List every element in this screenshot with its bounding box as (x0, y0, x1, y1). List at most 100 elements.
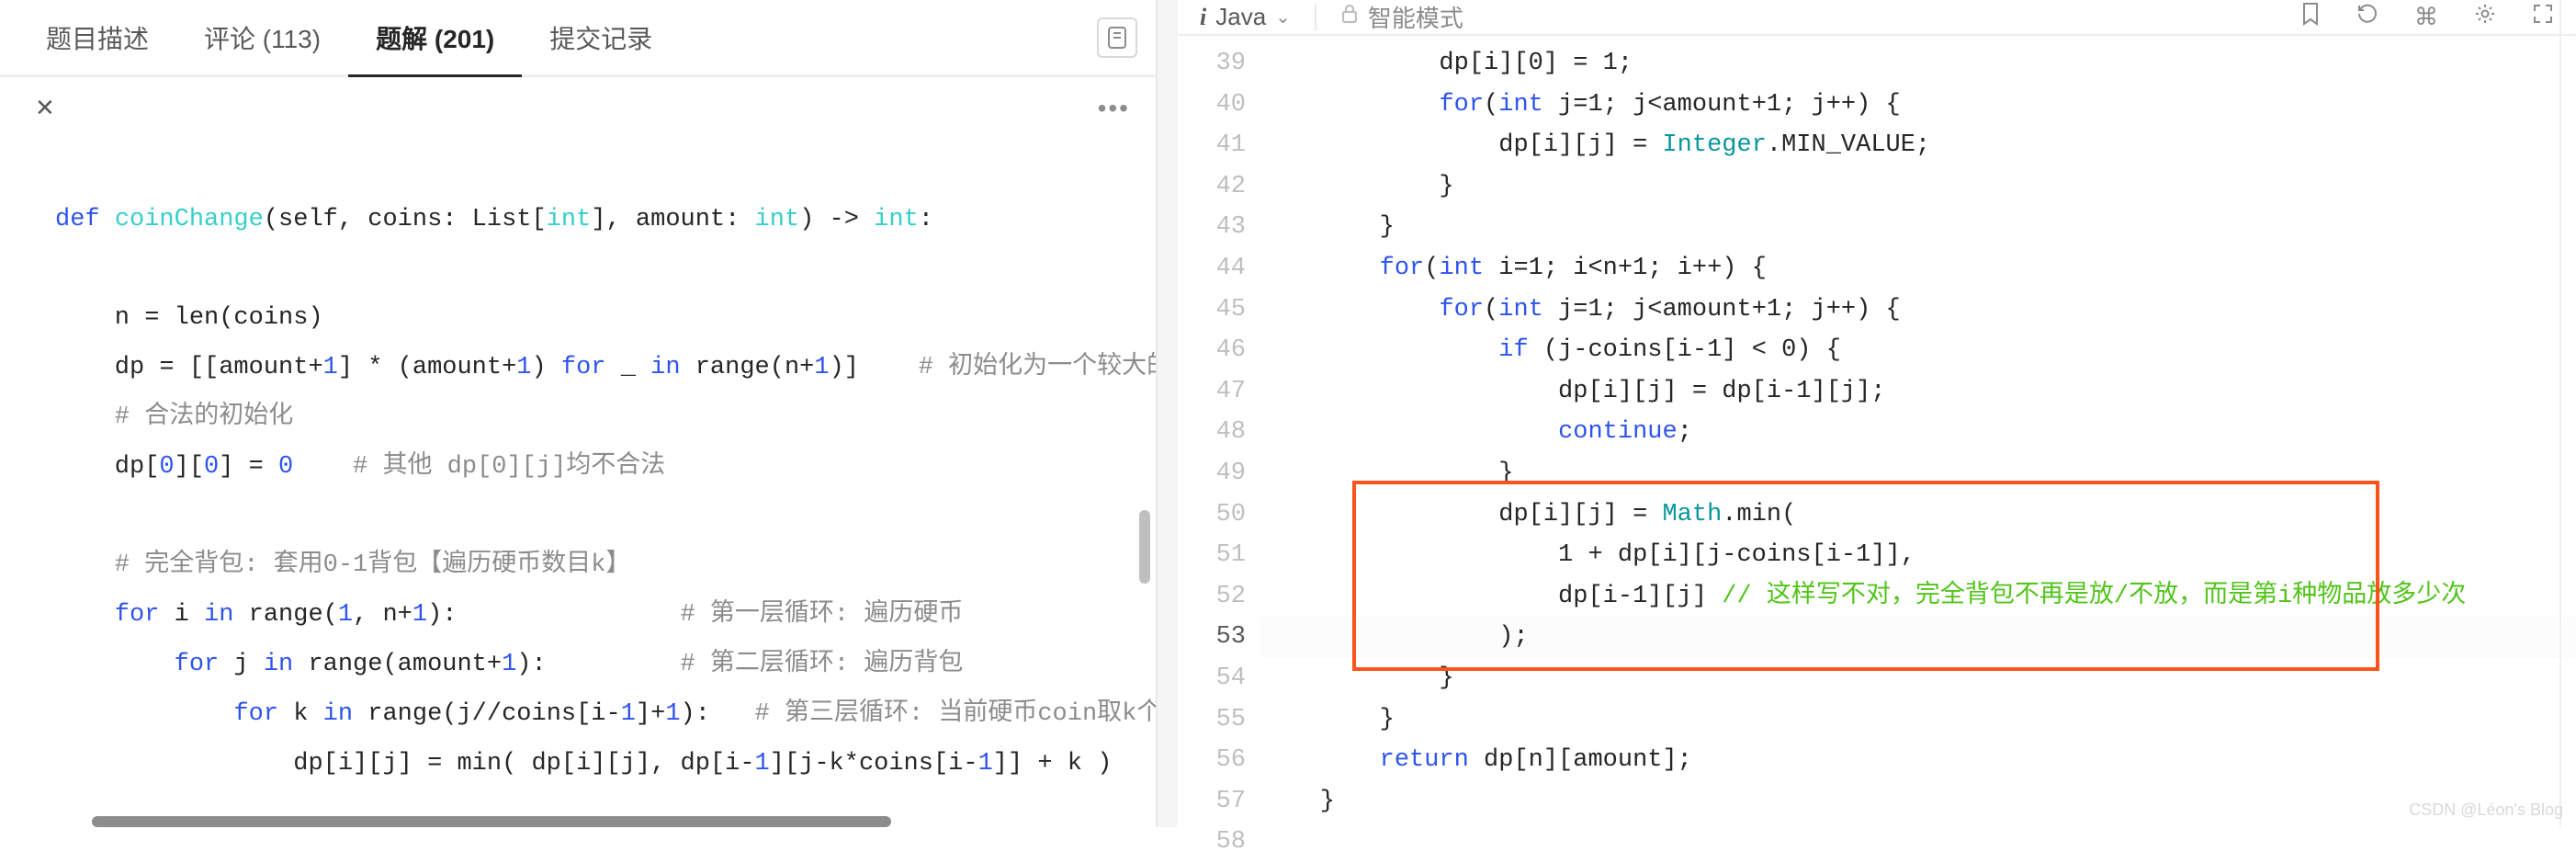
language-selector[interactable]: i Java ⌄ (1200, 3, 1291, 31)
reset-icon[interactable] (2356, 2, 2379, 32)
code-text: ][ (175, 453, 204, 481)
tab-description[interactable]: 题目描述 (18, 0, 176, 76)
code-text: # 第二层循环: 遍历背包 (681, 651, 964, 678)
left-panel: 题目描述 评论 (113) 题解 (201) 提交记录 ✕ ••• def co… (0, 0, 1158, 827)
line-number: 43 (1178, 207, 1246, 248)
tab-comments[interactable]: 评论 (113) (176, 0, 348, 76)
code-text: dp[i][j] = min( dp[i][j], dp[i- (55, 750, 755, 778)
code-text: ]+ (636, 700, 665, 728)
lock-icon (1340, 3, 1359, 31)
line-number: 55 (1178, 699, 1246, 741)
command-icon[interactable]: ⌘ (2414, 3, 2438, 31)
code-text: ) (532, 354, 561, 381)
close-icon[interactable]: ✕ (26, 88, 64, 128)
code-text: ): (681, 700, 755, 728)
line-number: 45 (1178, 290, 1246, 331)
panel-divider[interactable] (1158, 0, 1178, 827)
code-text: ][j-k*coins[i- (770, 750, 978, 778)
tab-submissions[interactable]: 提交记录 (522, 0, 680, 76)
code-text: def (55, 206, 115, 233)
line-number: 58 (1178, 822, 1246, 863)
code-text: # 合法的初始化 (55, 403, 293, 431)
gear-icon[interactable] (2473, 2, 2497, 32)
editor-scrollbar-track[interactable] (2559, 0, 2576, 827)
toolbar-separator (1315, 5, 1316, 30)
line-number: 42 (1178, 166, 1246, 208)
code-text: int (874, 206, 919, 233)
code-text: range( (233, 601, 337, 629)
expand-icon[interactable] (2532, 3, 2554, 31)
code-text: 1 (502, 651, 516, 678)
code-editor[interactable]: 3940414243444546474849505152535455565758… (1178, 36, 2576, 863)
watermark: CSDN @Léon's Blog (2409, 801, 2563, 820)
notes-icon[interactable] (1097, 17, 1137, 58)
line-number: 48 (1178, 412, 1246, 453)
current-line-highlight (1260, 617, 2576, 658)
code-text: # 初始化为一个较大的值， (919, 354, 1156, 381)
code-text: , n+ (353, 601, 412, 629)
code-text: 0 (159, 453, 174, 481)
code-text: in (264, 651, 293, 678)
editor-mode[interactable]: 智能模式 (1340, 0, 1463, 34)
mode-label: 智能模式 (1368, 0, 1463, 34)
bookmark-icon[interactable] (2300, 2, 2321, 32)
problem-tabs: 题目描述 评论 (113) 题解 (201) 提交记录 (0, 0, 1156, 77)
line-number: 41 (1178, 125, 1246, 166)
line-number: 53 (1178, 617, 1246, 658)
line-number: 46 (1178, 330, 1246, 371)
code-text: j (219, 651, 264, 678)
line-number: 52 (1178, 576, 1246, 618)
code-text: 1 (978, 750, 993, 778)
code-text: 1 (338, 601, 353, 629)
more-icon[interactable]: ••• (1098, 94, 1130, 123)
line-number: 54 (1178, 658, 1246, 699)
code-text: i (159, 601, 204, 629)
horizontal-scrollbar[interactable] (92, 816, 891, 827)
code-text: )] (830, 354, 919, 381)
code-text: for (561, 354, 606, 381)
code-text: 0 (278, 453, 293, 481)
code-text: range(j//coins[i- (353, 700, 621, 728)
line-number: 50 (1178, 494, 1246, 536)
code-text: k (278, 700, 323, 728)
code-text: ], amount: (591, 206, 754, 233)
code-text: ): (427, 601, 680, 629)
code-area[interactable]: dp[i][0] = 1; for(int j=1; j<amount+1; j… (1260, 36, 2576, 863)
code-text: for (55, 651, 219, 678)
code-text: coinChange (115, 206, 264, 233)
line-number: 47 (1178, 371, 1246, 413)
line-number: 49 (1178, 453, 1246, 494)
line-number: 51 (1178, 535, 1246, 576)
code-text: 1 (814, 354, 829, 381)
code-text: range(n+ (681, 354, 815, 381)
code-text: ] * (amount+ (338, 354, 516, 381)
code-text: range(amount+ (293, 651, 502, 678)
line-number: 56 (1178, 740, 1246, 781)
tab-solutions[interactable]: 题解 (201) (348, 0, 522, 77)
code-text: 1 (621, 700, 636, 728)
line-number: 39 (1178, 43, 1246, 85)
code-text: ]] + k ) (993, 750, 1113, 778)
code-text: in (323, 700, 353, 728)
vertical-scrollbar[interactable] (1139, 510, 1150, 584)
code-text: int (755, 206, 800, 233)
code-text: 1 (323, 354, 338, 381)
code-text: in (650, 354, 680, 381)
editor-toolbar: i Java ⌄ 智能模式 ⌘ (1178, 0, 2576, 36)
java-code: dp[i][0] = 1; for(int j=1; j<amount+1; j… (1260, 43, 2576, 863)
java-icon: i (1200, 4, 1206, 31)
code-text: # 完全背包: 套用0-1背包【遍历硬币数目k】 (55, 551, 630, 579)
code-text: ) -> (799, 206, 874, 233)
code-text: 1 (516, 354, 531, 381)
code-text: dp[ (55, 453, 159, 481)
solution-sub-bar: ✕ ••• (0, 77, 1156, 139)
chevron-down-icon: ⌄ (1275, 6, 1291, 28)
line-number: 40 (1178, 85, 1246, 126)
code-text: for (55, 700, 278, 728)
code-text: # 第一层循环: 遍历硬币 (681, 601, 964, 629)
code-text: 1 (665, 700, 680, 728)
code-text: ): (516, 651, 680, 678)
code-text: n = len(coins) (55, 304, 323, 332)
right-panel: i Java ⌄ 智能模式 ⌘ 3940 (1178, 0, 2576, 827)
line-gutter: 3940414243444546474849505152535455565758 (1178, 36, 1260, 863)
